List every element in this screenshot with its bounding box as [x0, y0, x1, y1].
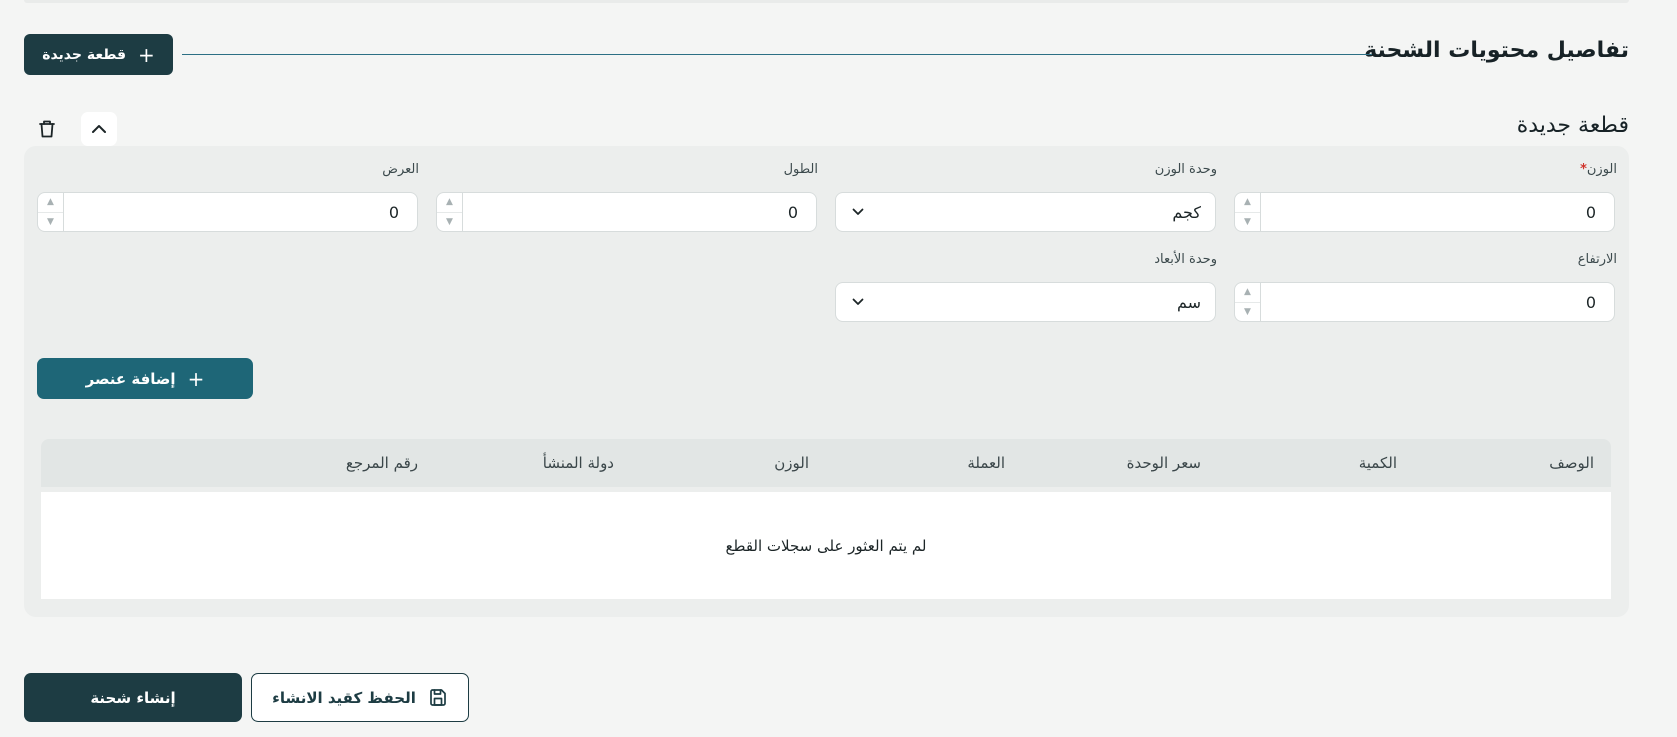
items-table-header: الوصف الكمية سعر الوحدة العملة الوزن دول… [41, 439, 1611, 487]
trash-icon [39, 120, 55, 138]
dimension-unit-value: سم [1176, 292, 1201, 312]
width-value: 0 [388, 202, 399, 222]
column-header-quantity: الكمية [1358, 454, 1397, 472]
width-field[interactable]: ▲ ▼ 0 [37, 192, 418, 232]
section-divider [182, 54, 1372, 55]
decrement-button[interactable]: ▼ [38, 211, 63, 232]
increment-button[interactable]: ▲ [437, 193, 462, 212]
piece-card: الوزن* وحدة الوزن الطول العرض ▲ ▼ 0 كجم … [24, 146, 1629, 617]
column-header-country-of-origin: دولة المنشأ [542, 454, 614, 472]
weight-spinner: ▲ ▼ [1235, 193, 1261, 231]
add-item-button-label: إضافة عنصر [85, 369, 176, 388]
delete-piece-button[interactable] [29, 112, 65, 146]
weight-label: الوزن* [1580, 162, 1617, 177]
height-field[interactable]: ▲ ▼ 0 [1234, 282, 1615, 322]
save-icon [430, 688, 446, 706]
piece-title: قطعة جديدة [1516, 113, 1629, 138]
new-piece-button-label: قطعة جديدة [42, 46, 127, 63]
items-table-body: لم يتم العثور على سجلات القطع [41, 492, 1611, 599]
chevron-down-icon [852, 298, 864, 305]
weight-unit-label: وحدة الوزن [1154, 162, 1217, 177]
save-draft-button[interactable]: الحفظ كقيد الانشاء [251, 673, 469, 722]
column-header-weight: الوزن [774, 454, 809, 472]
height-value: 0 [1585, 292, 1596, 312]
add-item-button[interactable]: + إضافة عنصر [37, 358, 253, 399]
section-title: تفاصيل محتويات الشحنة [1364, 38, 1629, 63]
column-header-description: الوصف [1549, 454, 1594, 472]
decrement-button[interactable]: ▼ [1235, 211, 1260, 232]
increment-button[interactable]: ▲ [1235, 283, 1260, 302]
save-draft-label: الحفظ كقيد الانشاء [272, 688, 416, 707]
weight-unit-select[interactable]: كجم [835, 192, 1216, 232]
chevron-down-icon [852, 208, 864, 215]
increment-button[interactable]: ▲ [38, 193, 63, 212]
width-spinner: ▲ ▼ [38, 193, 64, 231]
decrement-button[interactable]: ▼ [437, 211, 462, 232]
length-spinner: ▲ ▼ [437, 193, 463, 231]
create-shipment-label: إنشاء شحنة [90, 688, 176, 707]
dimension-unit-select[interactable]: سم [835, 282, 1216, 322]
length-label: الطول [783, 162, 818, 177]
collapse-piece-button[interactable] [81, 112, 117, 146]
create-shipment-button[interactable]: إنشاء شحنة [24, 673, 242, 722]
column-header-reference-number: رقم المرجع [345, 454, 418, 472]
plus-icon: + [187, 366, 205, 391]
weight-unit-value: كجم [1172, 202, 1201, 222]
increment-button[interactable]: ▲ [1235, 193, 1260, 212]
empty-state-message: لم يتم العثور على سجلات القطع [725, 536, 927, 555]
height-spinner: ▲ ▼ [1235, 283, 1261, 321]
column-header-currency: العملة [967, 454, 1005, 472]
weight-value: 0 [1585, 202, 1596, 222]
length-value: 0 [787, 202, 798, 222]
required-mark: * [1580, 162, 1587, 177]
column-header-unit-price: سعر الوحدة [1126, 454, 1201, 472]
width-label: العرض [382, 162, 419, 177]
weight-field[interactable]: ▲ ▼ 0 [1234, 192, 1615, 232]
new-piece-button[interactable]: + قطعة جديدة [24, 34, 173, 75]
chevron-up-icon [92, 125, 106, 133]
top-card-edge [24, 0, 1629, 3]
length-field[interactable]: ▲ ▼ 0 [436, 192, 817, 232]
height-label: الارتفاع [1577, 252, 1617, 267]
plus-icon: + [138, 42, 155, 67]
dimension-unit-label: وحدة الأبعاد [1154, 252, 1217, 267]
decrement-button[interactable]: ▼ [1235, 301, 1260, 322]
